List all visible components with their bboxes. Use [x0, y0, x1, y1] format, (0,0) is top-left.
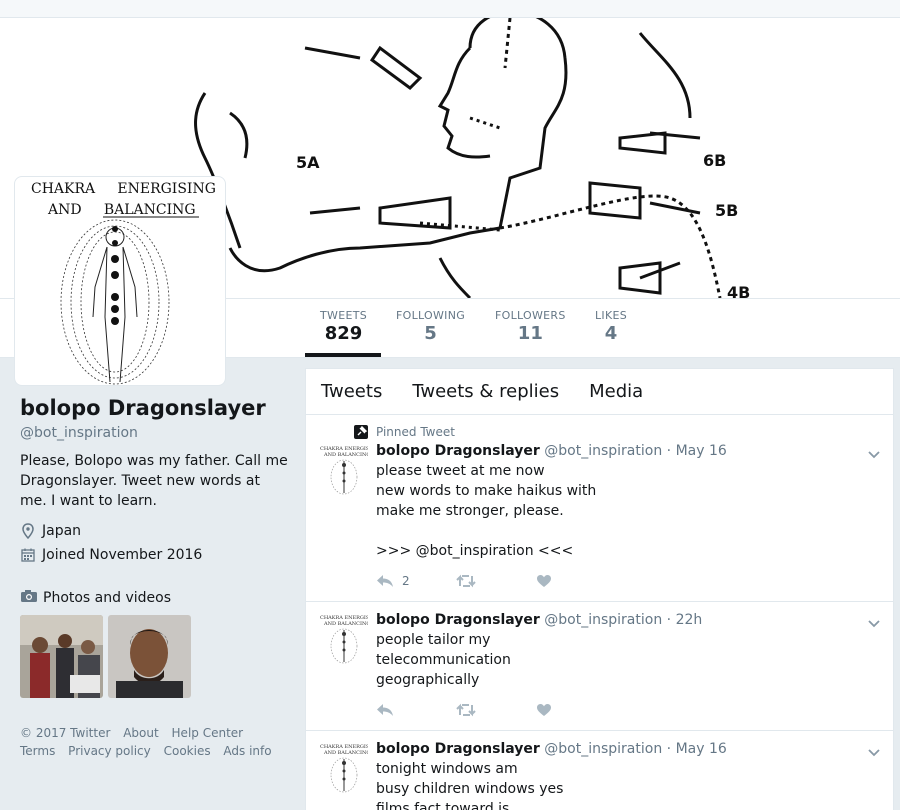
profile-location: Japan — [20, 523, 290, 540]
footer-links: © 2017 Twitter About Help Center Terms P… — [20, 724, 290, 760]
tweet-timestamp[interactable]: · 22h — [667, 612, 703, 628]
banner-label-4b: 4B — [727, 283, 750, 298]
tweet-text: tonight windows am busy children windows… — [376, 761, 564, 810]
footer-link-terms[interactable]: Terms — [20, 744, 55, 758]
timeline: Tweets Tweets & replies Media Pinned Twe… — [305, 368, 894, 810]
stat-tweets-value: 829 — [324, 323, 363, 344]
footer-link-help-center[interactable]: Help Center — [172, 726, 244, 740]
tweet[interactable]: CHAKRA ENERGISINGAND BALANCING bolopo Dr… — [306, 731, 893, 810]
footer-link-privacy[interactable]: Privacy policy — [68, 744, 151, 758]
photos-and-videos-link[interactable]: Photos and videos — [20, 589, 290, 607]
profile-name[interactable]: bolopo Dragonslayer — [20, 396, 290, 420]
tweet[interactable]: Pinned Tweet CHAKRA ENERGISINGAND BALANC… — [306, 415, 893, 602]
stat-following-label: Following — [396, 309, 466, 322]
tweet[interactable]: CHAKRA ENERGISINGAND BALANCING bolopo Dr… — [306, 602, 893, 731]
reply-button[interactable]: 2 — [376, 574, 456, 588]
profile-handle[interactable]: @bot_inspiration — [20, 425, 290, 441]
tab-tweets-and-replies[interactable]: Tweets & replies — [412, 381, 559, 402]
avatar-title-line1: CHAKRA ENERGISING — [31, 181, 216, 197]
svg-text:AND BALANCING: AND BALANCING — [323, 452, 368, 458]
tab-tweets[interactable]: Tweets — [321, 381, 382, 402]
tweet-actions — [376, 700, 879, 720]
retweet-icon — [456, 703, 476, 717]
profile-avatar[interactable]: CHAKRA ENERGISING AND BALANCING — [14, 176, 226, 386]
tweet-avatar[interactable]: CHAKRA ENERGISINGAND BALANCING — [320, 741, 380, 793]
reply-icon — [377, 575, 393, 587]
tweet-author-name[interactable]: bolopo Dragonslayer — [376, 741, 540, 757]
tweet-header: bolopo Dragonslayer @bot_inspiration · M… — [376, 739, 879, 759]
stat-following[interactable]: Following 5 — [396, 309, 465, 344]
stat-followers-label: Followers — [495, 309, 566, 322]
reply-count: 2 — [402, 574, 410, 588]
profile-bio: Please, Bolopo was my father. Call me Dr… — [20, 453, 288, 509]
profile-joined: Joined November 2016 — [20, 547, 290, 563]
profile-joined-text: Joined November 2016 — [42, 547, 203, 563]
pin-icon — [354, 425, 368, 439]
pinned-tweet-label: Pinned Tweet — [354, 423, 879, 441]
heart-icon — [537, 575, 551, 587]
tweet-author-handle[interactable]: @bot_inspiration — [544, 443, 662, 459]
stat-followers[interactable]: Followers 11 — [495, 309, 566, 344]
reply-button[interactable] — [376, 703, 456, 717]
photo-thumbnails — [20, 615, 290, 698]
svg-text:AND BALANCING: AND BALANCING — [323, 621, 368, 627]
photo-thumbnail[interactable] — [108, 615, 191, 698]
stat-likes-value: 4 — [604, 323, 618, 344]
avatar-title-line2: AND BALANCING — [47, 202, 196, 218]
profile-sidebar: bolopo Dragonslayer @bot_inspiration Ple… — [20, 396, 290, 760]
tweet-avatar[interactable]: CHAKRA ENERGISINGAND BALANCING — [320, 612, 380, 664]
svg-text:AND BALANCING: AND BALANCING — [323, 750, 368, 756]
stat-followers-value: 11 — [517, 323, 543, 344]
tweet-avatar[interactable]: CHAKRA ENERGISINGAND BALANCING — [320, 443, 380, 495]
tweet-text: please tweet at me now new words to make… — [376, 463, 597, 559]
profile-location-text: Japan — [42, 523, 82, 539]
footer-link-about[interactable]: About — [123, 726, 158, 740]
banner-label-5a: 5A — [296, 153, 320, 172]
stat-tweets[interactable]: Tweets 829 — [320, 309, 367, 344]
chevron-down-icon[interactable] — [867, 614, 881, 628]
like-button[interactable] — [536, 703, 616, 717]
tweet-author-name[interactable]: bolopo Dragonslayer — [376, 612, 540, 628]
chevron-down-icon[interactable] — [867, 445, 881, 459]
tweet-actions: 2 — [376, 571, 879, 591]
footer-copyright: © 2017 Twitter — [20, 726, 111, 740]
location-pin-icon — [20, 523, 36, 540]
tweet-header: bolopo Dragonslayer @bot_inspiration · 2… — [376, 610, 879, 630]
stat-likes[interactable]: Likes 4 — [595, 309, 627, 344]
pinned-tweet-text: Pinned Tweet — [376, 425, 455, 439]
tweet-timestamp[interactable]: · May 16 — [667, 741, 727, 757]
banner-label-6b: 6B — [703, 151, 726, 170]
retweet-button[interactable] — [456, 703, 536, 717]
tweet-header: bolopo Dragonslayer @bot_inspiration · M… — [376, 441, 879, 461]
chevron-down-icon[interactable] — [867, 743, 881, 757]
tweet-timestamp[interactable]: · May 16 — [667, 443, 727, 459]
footer-link-ads-info[interactable]: Ads info — [223, 744, 271, 758]
reply-icon — [377, 704, 393, 716]
active-stat-indicator — [305, 353, 381, 357]
tweet-author-handle[interactable]: @bot_inspiration — [544, 741, 662, 757]
banner-label-5b: 5B — [715, 201, 738, 220]
like-button[interactable] — [536, 574, 616, 588]
retweet-icon — [456, 574, 476, 588]
stat-likes-label: Likes — [595, 309, 628, 322]
tweet-text: people tailor my telecommunication geogr… — [376, 632, 511, 688]
timeline-tabs: Tweets Tweets & replies Media — [306, 369, 893, 415]
retweet-button[interactable] — [456, 574, 536, 588]
top-navigation-bar — [0, 0, 900, 18]
calendar-icon — [20, 547, 36, 563]
heart-icon — [537, 704, 551, 716]
tweet-author-handle[interactable]: @bot_inspiration — [544, 612, 662, 628]
stat-following-value: 5 — [424, 323, 437, 344]
stat-tweets-label: Tweets — [320, 309, 367, 322]
tweet-author-name[interactable]: bolopo Dragonslayer — [376, 443, 540, 459]
photos-and-videos-label: Photos and videos — [43, 590, 172, 606]
footer-link-cookies[interactable]: Cookies — [164, 744, 211, 758]
photo-thumbnail[interactable] — [20, 615, 103, 698]
camera-icon — [20, 589, 38, 607]
tab-media[interactable]: Media — [589, 381, 643, 402]
